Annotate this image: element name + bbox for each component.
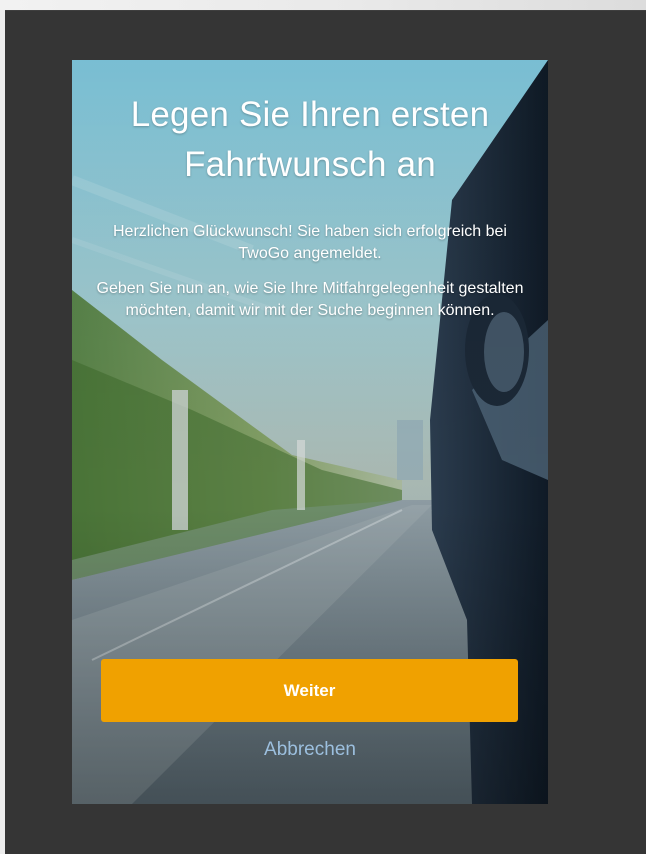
cancel-button[interactable]: Abbrechen: [210, 736, 410, 764]
instruction-message: Geben Sie nun an, wie Sie Ihre Mitfahrge…: [96, 280, 524, 319]
dialog-title: Legen Sie Ihren ersten Fahrtwunsch an: [130, 95, 490, 184]
next-button[interactable]: Weiter: [101, 659, 518, 722]
welcome-message: Herzlichen Glückwunsch! Sie haben sich e…: [113, 223, 507, 262]
onboarding-dialog: Legen Sie Ihren ersten Fahrtwunsch an He…: [72, 60, 548, 804]
browser-top-strip: [0, 0, 646, 10]
